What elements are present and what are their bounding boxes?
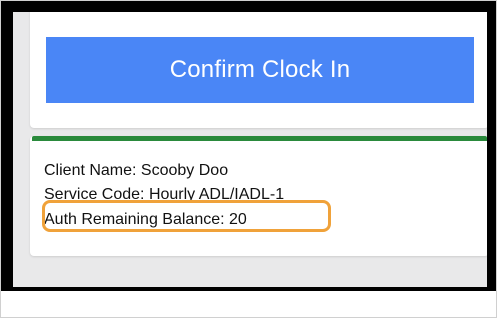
clock-in-card: Confirm Clock In: [30, 12, 487, 128]
device-bezel-bottom: [1, 287, 496, 291]
device-bezel-left: [1, 1, 13, 291]
highlight-annotation-box: [42, 200, 331, 232]
confirm-clock-in-button[interactable]: Confirm Clock In: [46, 37, 474, 103]
status-bar: [32, 136, 487, 141]
device-bezel-top: [1, 1, 496, 12]
screenshot-frame: Confirm Clock In Client Name: Scooby Doo…: [0, 0, 497, 318]
app-screen: Confirm Clock In Client Name: Scooby Doo…: [13, 12, 487, 287]
client-info-card: Client Name: Scooby Doo Service Code: Ho…: [30, 136, 487, 256]
client-name-text: Client Name: Scooby Doo: [44, 162, 229, 179]
